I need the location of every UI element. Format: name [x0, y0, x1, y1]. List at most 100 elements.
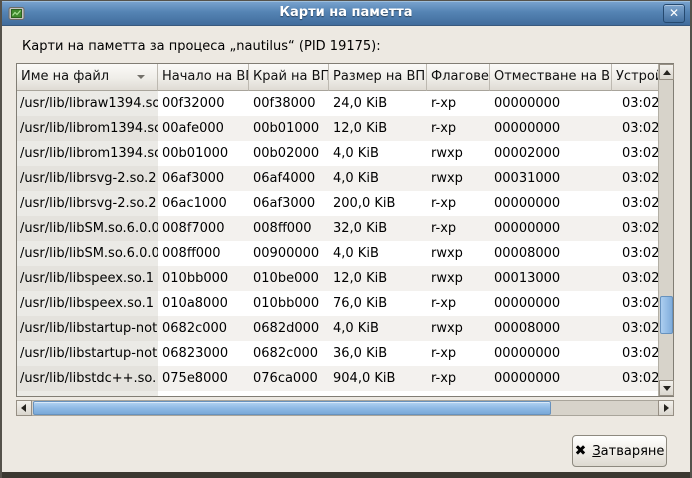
table-cell: 00000000 — [490, 116, 612, 141]
table-cell: /usr/lib/libspeex.so.1 — [17, 266, 158, 291]
table-row[interactable]: /usr/lib/librsvg-2.so.206ac100006af30002… — [17, 191, 658, 216]
column-header-label: Име на файл — [21, 69, 109, 84]
table-cell: 010bb000 — [249, 291, 329, 316]
table-cell: 00000000 — [490, 91, 612, 116]
arrow-left-icon — [21, 404, 26, 412]
table-cell: /usr/lib/libstdc++.so. — [17, 366, 158, 391]
table-cell: 00afe000 — [158, 116, 249, 141]
table-cell: 03:02 — [612, 316, 658, 341]
vertical-scrollbar[interactable] — [658, 64, 673, 396]
table-cell: 4,0 KiB — [329, 316, 427, 341]
table-row[interactable]: /usr/lib/libraw1394.so00f3200000f3800024… — [17, 91, 658, 116]
table-cell: /usr/lib/librsvg-2.so.2 — [17, 166, 158, 191]
scroll-right-button[interactable] — [658, 400, 674, 416]
table-cell: 0682c000 — [158, 316, 249, 341]
table-cell: r-xp — [427, 366, 490, 391]
table-cell: 008f7000 — [158, 216, 249, 241]
scroll-down-button[interactable] — [659, 380, 674, 396]
table-cell: 06af4000 — [249, 166, 329, 191]
table-cell: 00000000 — [490, 341, 612, 366]
column-header-6[interactable]: Устройство — [612, 64, 658, 91]
vertical-scrollbar-thumb[interactable] — [660, 296, 673, 334]
table-cell: 06af3000 — [158, 166, 249, 191]
arrow-up-icon — [663, 70, 671, 75]
table-cell: 03:02 — [612, 341, 658, 366]
memory-maps-table: Име на файл Начало на ВП Край на ВПРазмер … — [16, 63, 674, 397]
scroll-up-button[interactable] — [659, 64, 674, 80]
table-cell: /usr/lib/librom1394.so — [17, 116, 158, 141]
table-cell: 06ac1000 — [158, 191, 249, 216]
table-row[interactable]: /usr/lib/librom1394.so00afe00000b0100012… — [17, 116, 658, 141]
table-cell: r-xp — [427, 91, 490, 116]
close-x-glyph-icon: ✖ — [575, 444, 587, 458]
column-header-label: Отместване на ВП — [494, 69, 612, 84]
table-cell: 0682c000 — [249, 341, 329, 366]
table-cell: 076ca000 — [249, 366, 329, 391]
table-cell: 03:02 — [612, 241, 658, 266]
table-empty-area — [17, 391, 658, 396]
horizontal-scrollbar[interactable] — [16, 400, 674, 416]
column-header-label: Флагове — [431, 69, 489, 84]
titlebar[interactable]: Карти на паметта ✕ — [2, 1, 690, 26]
table-cell: 12,0 KiB — [329, 116, 427, 141]
table-row[interactable]: /usr/lib/librom1394.so00b0100000b020004,… — [17, 141, 658, 166]
table-row[interactable]: /usr/lib/libSM.so.6.0.0008ff000009000004… — [17, 241, 658, 266]
column-header-4[interactable]: Флагове — [427, 64, 490, 91]
close-x-icon: ✕ — [669, 6, 679, 20]
table-cell: 03:02 — [612, 216, 658, 241]
table-cell: 06823000 — [158, 341, 249, 366]
table-row[interactable]: /usr/lib/libstdc++.so.075e8000076ca00090… — [17, 366, 658, 391]
horizontal-scrollbar-thumb[interactable] — [33, 401, 551, 415]
table-cell: 00000000 — [490, 191, 612, 216]
table-cell: 00f32000 — [158, 91, 249, 116]
table-header-row: Име на файл Начало на ВП Край на ВПРазмер … — [17, 64, 658, 91]
table-cell: 200,0 KiB — [329, 191, 427, 216]
table-row[interactable]: /usr/lib/libspeex.so.1010a8000010bb00076… — [17, 291, 658, 316]
table-row[interactable]: /usr/lib/librsvg-2.so.206af300006af40004… — [17, 166, 658, 191]
column-header-0[interactable]: Име на файл — [17, 64, 158, 91]
table-cell: r-xp — [427, 216, 490, 241]
arrow-down-icon — [663, 386, 671, 391]
close-dialog-button[interactable]: ✖ Затваряне — [572, 435, 667, 467]
table-cell: r-xp — [427, 191, 490, 216]
table-row[interactable]: /usr/lib/libSM.so.6.0.0008f7000008ff0003… — [17, 216, 658, 241]
table-cell: rwxp — [427, 266, 490, 291]
table-cell: 00900000 — [249, 241, 329, 266]
table-cell: /usr/lib/librom1394.so — [17, 141, 158, 166]
column-header-2[interactable]: Край на ВП — [249, 64, 329, 91]
table-cell: 00008000 — [490, 241, 612, 266]
table-cell: /usr/lib/libstartup-noti — [17, 316, 158, 341]
table-cell: 4,0 KiB — [329, 166, 427, 191]
table-cell: 03:02 — [612, 266, 658, 291]
table-cell: rwxp — [427, 166, 490, 191]
table-body: /usr/lib/libraw1394.so00f3200000f3800024… — [17, 91, 658, 391]
column-header-label: Край на ВП — [253, 69, 329, 84]
scroll-left-button[interactable] — [16, 400, 32, 416]
table-row[interactable]: /usr/lib/libstartup-noti068230000682c000… — [17, 341, 658, 366]
arrow-right-icon — [664, 404, 669, 412]
table-cell: 00000000 — [490, 291, 612, 316]
column-header-3[interactable]: Размер на ВП — [329, 64, 427, 91]
table-cell: 00b02000 — [249, 141, 329, 166]
table-cell: 03:02 — [612, 116, 658, 141]
table-cell: 4,0 KiB — [329, 141, 427, 166]
table-cell: 00008000 — [490, 316, 612, 341]
table-cell: r-xp — [427, 341, 490, 366]
table-row[interactable]: /usr/lib/libspeex.so.1010bb000010be00012… — [17, 266, 658, 291]
table-cell: /usr/lib/libraw1394.so — [17, 91, 158, 116]
table-cell: rwxp — [427, 141, 490, 166]
table-cell: 36,0 KiB — [329, 341, 427, 366]
table-cell: 010a8000 — [158, 291, 249, 316]
table-row[interactable]: /usr/lib/libstartup-noti0682c0000682d000… — [17, 316, 658, 341]
table-cell: 904,0 KiB — [329, 366, 427, 391]
window-close-button[interactable]: ✕ — [663, 4, 685, 23]
process-maps-label: Карти на паметта за процеса „nautilus“ (… — [22, 39, 381, 54]
column-header-5[interactable]: Отместване на ВП — [490, 64, 612, 91]
table-cell: /usr/lib/librsvg-2.so.2 — [17, 191, 158, 216]
window-bottom-border — [2, 472, 690, 478]
table-cell: /usr/lib/libSM.so.6.0.0 — [17, 241, 158, 266]
column-header-1[interactable]: Начало на ВП — [158, 64, 249, 91]
table-cell: 12,0 KiB — [329, 266, 427, 291]
table-cell: 00f38000 — [249, 91, 329, 116]
table-cell: 03:02 — [612, 91, 658, 116]
